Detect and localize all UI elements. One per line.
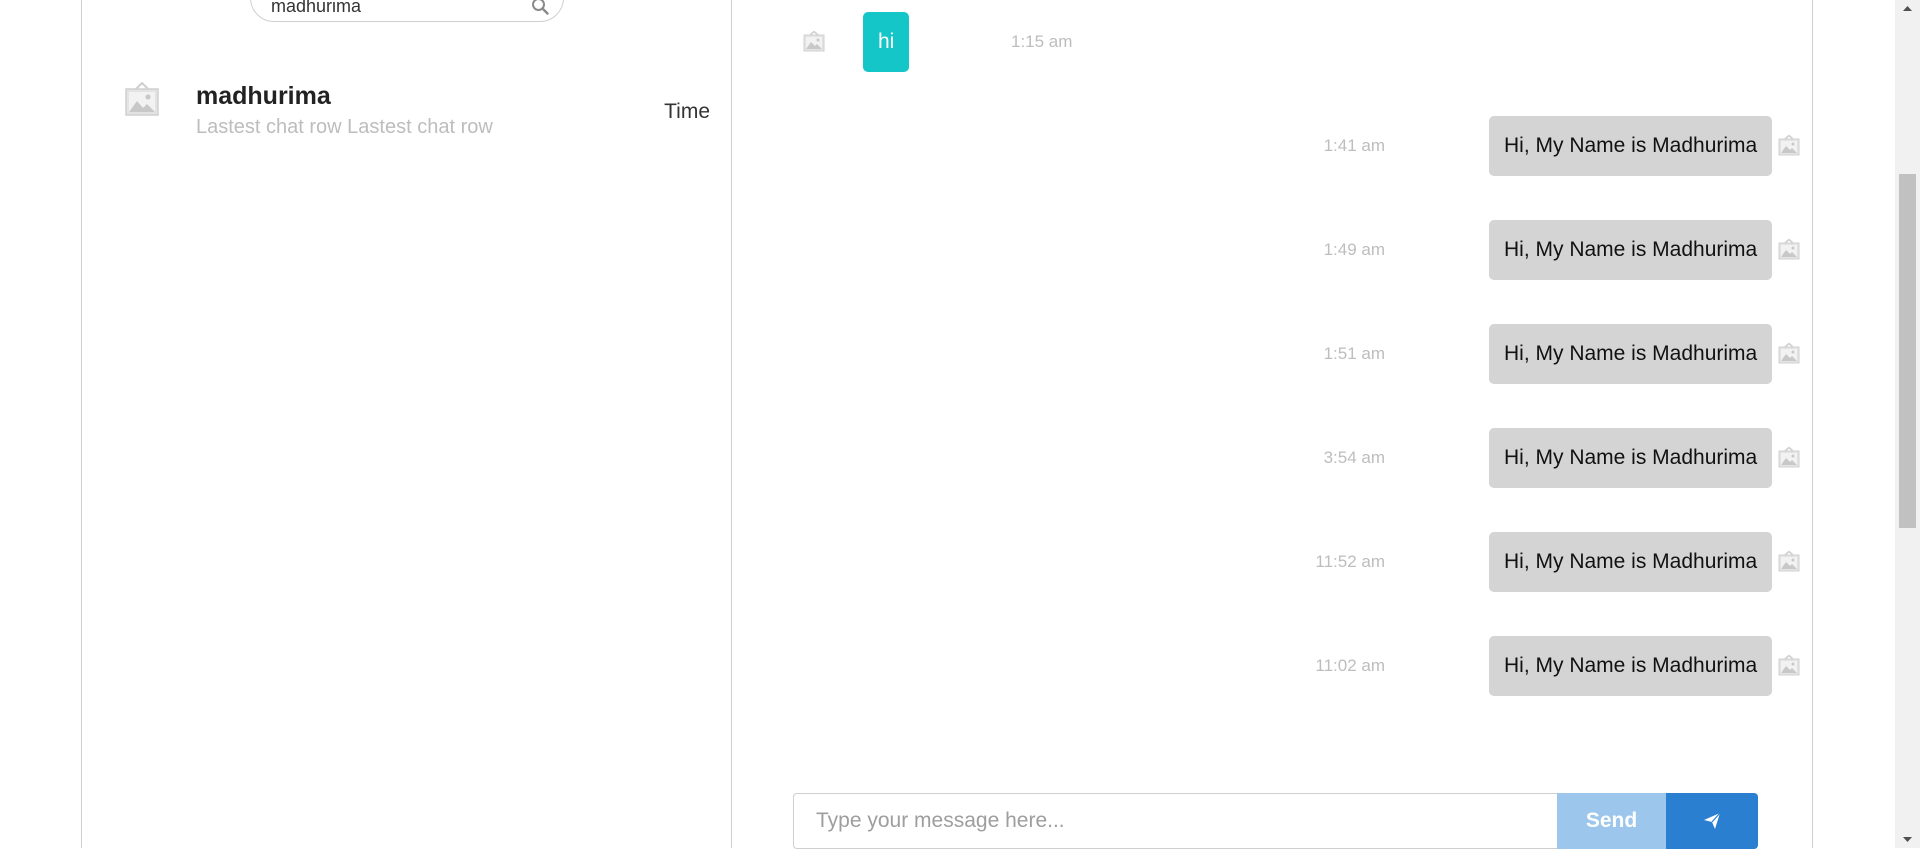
send-button[interactable]: Send (1557, 793, 1666, 849)
image-placeholder-icon (1778, 134, 1800, 157)
search-box[interactable] (250, 0, 564, 22)
message-outgoing: 1:49 am Hi, My Name is Madhurima (732, 220, 1814, 280)
message-bubble: Hi, My Name is Madhurima (1489, 220, 1773, 280)
message-time: 1:51 am (1323, 344, 1385, 363)
message-incoming: hi 1:15 am (732, 12, 1332, 72)
message-time: 1:41 am (1323, 136, 1385, 155)
message-composer: Send (793, 793, 1758, 849)
send-plane-button[interactable] (1666, 793, 1758, 849)
search-icon[interactable] (531, 0, 549, 15)
message-time: 3:54 am (1323, 448, 1385, 467)
image-placeholder-icon (1778, 446, 1800, 469)
search-input[interactable] (271, 0, 521, 21)
message-outgoing: 11:52 am Hi, My Name is Madhurima (732, 532, 1814, 592)
message-bubble: Hi, My Name is Madhurima (1489, 116, 1773, 176)
message-outgoing: 11:02 am Hi, My Name is Madhurima (732, 636, 1814, 696)
message-time: 1:49 am (1323, 240, 1385, 259)
message-time: 11:02 am (1315, 656, 1385, 675)
scrollbar-thumb[interactable] (1899, 174, 1916, 528)
chat-list-item[interactable]: madhurima Lastest chat row Lastest chat … (82, 72, 732, 152)
message-input[interactable] (793, 793, 1557, 849)
message-time: 11:52 am (1315, 552, 1385, 571)
paper-plane-icon (1704, 812, 1721, 829)
message-bubble: Hi, My Name is Madhurima (1489, 428, 1773, 488)
image-placeholder-icon (1778, 550, 1800, 573)
scroll-down-arrow-icon[interactable] (1895, 830, 1920, 848)
message-time: 1:15 am (1011, 32, 1073, 51)
sidebar: madhurima Lastest chat row Lastest chat … (82, 0, 732, 848)
message-bubble: Hi, My Name is Madhurima (1489, 532, 1773, 592)
conversation-panel: hi 1:15 am 1:41 am Hi, My Name is Madhur… (732, 0, 1814, 849)
image-placeholder-icon (1778, 654, 1800, 677)
chat-app: madhurima Lastest chat row Lastest chat … (81, 0, 1814, 849)
message-bubble: Hi, My Name is Madhurima (1489, 636, 1773, 696)
chat-contact-name: madhurima (196, 82, 331, 110)
image-placeholder-icon (803, 30, 825, 53)
chat-last-message: Lastest chat row Lastest chat row (196, 116, 493, 138)
message-bubble: Hi, My Name is Madhurima (1489, 324, 1773, 384)
image-placeholder-icon (1778, 238, 1800, 261)
message-outgoing: 3:54 am Hi, My Name is Madhurima (732, 428, 1814, 488)
message-outgoing: 1:41 am Hi, My Name is Madhurima (732, 116, 1814, 176)
image-placeholder-icon (124, 81, 160, 118)
image-placeholder-icon (1778, 342, 1800, 365)
chat-time: Time (664, 100, 710, 123)
page-scrollbar[interactable] (1895, 0, 1920, 848)
scroll-up-arrow-icon[interactable] (1895, 0, 1920, 18)
message-bubble: hi (863, 12, 910, 72)
message-outgoing: 1:51 am Hi, My Name is Madhurima (732, 324, 1814, 384)
